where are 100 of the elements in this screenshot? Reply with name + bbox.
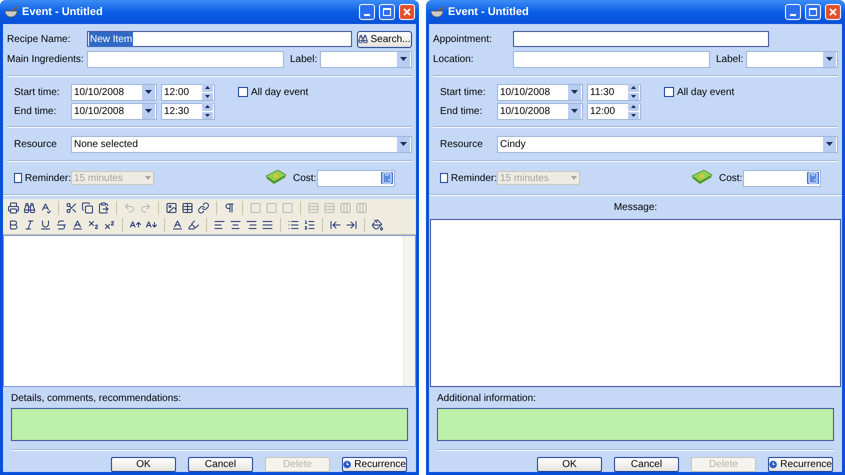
field-label: Label: xyxy=(716,52,742,66)
table-icon[interactable] xyxy=(181,202,194,214)
numbered-list-icon[interactable] xyxy=(303,219,316,231)
cost-field[interactable] xyxy=(317,170,395,186)
close-button[interactable] xyxy=(825,4,841,20)
outdent-icon[interactable] xyxy=(329,219,342,231)
time-field[interactable]: 11:30 xyxy=(587,84,641,100)
highlighter-icon[interactable] xyxy=(187,219,200,231)
font-color-icon[interactable] xyxy=(171,219,184,231)
time-field[interactable]: 12:00 xyxy=(161,84,215,100)
time-field[interactable]: 12:30 xyxy=(161,102,215,120)
checkbox-label: Reminder: xyxy=(24,172,71,186)
italic-icon[interactable] xyxy=(23,219,36,231)
align-left-icon[interactable] xyxy=(213,219,226,231)
link-icon[interactable] xyxy=(197,202,210,214)
indent-icon[interactable] xyxy=(345,219,358,231)
bowl-icon xyxy=(430,6,444,18)
text-field[interactable] xyxy=(513,50,710,68)
text-field[interactable] xyxy=(87,50,284,68)
calculator-icon[interactable] xyxy=(807,172,819,184)
resource-dropdown[interactable]: None selected xyxy=(71,136,412,152)
align-center-icon[interactable] xyxy=(229,219,242,231)
calculator-icon[interactable] xyxy=(381,172,393,184)
field-label: Cost: xyxy=(719,172,743,186)
time-label: End time: xyxy=(14,104,58,118)
field-label: Resource xyxy=(14,138,58,152)
date-field[interactable]: 10/10/2008 xyxy=(497,102,583,120)
time-label: Start time: xyxy=(14,86,61,100)
minimize-button[interactable] xyxy=(785,4,801,20)
dialog-button[interactable]: Cancel xyxy=(614,457,679,472)
message-label: Message: xyxy=(614,201,658,215)
clock-icon xyxy=(769,459,778,470)
strikethrough-icon[interactable] xyxy=(55,219,68,231)
close-icon xyxy=(829,8,837,16)
notes-label: Additional information: xyxy=(437,392,537,406)
field-value: New Item xyxy=(89,32,134,46)
binoculars-icon[interactable] xyxy=(23,202,36,214)
search-button[interactable]: Search... xyxy=(357,30,412,48)
recurrence-button[interactable]: Recurrence xyxy=(768,457,833,472)
pilcrow-icon[interactable] xyxy=(223,202,236,214)
scissors-icon[interactable] xyxy=(65,202,78,214)
field-label: Main Ingredients: xyxy=(7,52,83,66)
date-field[interactable]: 10/10/2008 xyxy=(497,84,583,100)
align-right-icon[interactable] xyxy=(245,219,258,231)
cost-field[interactable] xyxy=(743,170,821,186)
text-field[interactable]: New Item xyxy=(87,31,352,47)
underline-icon[interactable] xyxy=(39,219,52,231)
spin-arrows-icon[interactable] xyxy=(202,103,213,119)
subscript-icon[interactable] xyxy=(87,219,100,231)
paint-bucket-icon[interactable] xyxy=(371,219,384,231)
field-label: Location: xyxy=(433,52,475,66)
bowl-icon xyxy=(4,6,18,18)
binoculars-icon xyxy=(358,34,368,44)
field-label: Resource xyxy=(440,138,484,152)
copy-icon[interactable] xyxy=(81,202,94,214)
date-field[interactable]: 10/10/2008 xyxy=(71,84,157,100)
time-field[interactable]: 12:00 xyxy=(587,102,641,120)
spin-arrows-icon[interactable] xyxy=(628,84,639,100)
money-icon xyxy=(265,170,287,186)
close-button[interactable] xyxy=(399,4,415,20)
date-field[interactable]: 10/10/2008 xyxy=(71,102,157,120)
superscript-icon[interactable] xyxy=(103,219,116,231)
scrollbar[interactable] xyxy=(403,236,415,386)
time-label: End time: xyxy=(440,104,484,118)
maximize-button[interactable] xyxy=(379,4,395,20)
dialog-button[interactable]: OK xyxy=(111,457,176,472)
window-title: Event - Untitled xyxy=(448,4,530,20)
minimize-button[interactable] xyxy=(359,4,375,20)
checkbox-label: Reminder: xyxy=(450,172,497,186)
notes-field[interactable] xyxy=(11,408,408,441)
notes-label: Details, comments, recommendations: xyxy=(11,392,182,406)
text-field[interactable] xyxy=(513,31,769,47)
dialog-button[interactable]: Cancel xyxy=(188,457,253,472)
clipboard-icon[interactable] xyxy=(97,202,110,214)
dropdown-arrow-icon xyxy=(571,176,577,180)
money-icon xyxy=(691,170,713,186)
window-title: Event - Untitled xyxy=(22,4,104,20)
recurrence-button[interactable]: Recurrence xyxy=(342,457,407,472)
checkbox[interactable] xyxy=(664,87,674,97)
spell-check-icon[interactable] xyxy=(39,202,52,214)
spin-arrows-icon[interactable] xyxy=(202,84,213,100)
spin-arrows-icon[interactable] xyxy=(628,103,639,119)
field-label: Recipe Name: xyxy=(7,32,72,46)
print-icon[interactable] xyxy=(7,202,20,214)
checkbox[interactable] xyxy=(238,87,248,97)
checkbox-label: All day event xyxy=(677,86,734,100)
field-label: Cost: xyxy=(293,172,317,186)
field-label: Label: xyxy=(290,52,316,66)
dialog-button[interactable]: OK xyxy=(537,457,602,472)
dropdown-arrow-icon xyxy=(145,176,151,180)
align-justify-icon[interactable] xyxy=(261,219,274,231)
time-label: Start time: xyxy=(440,86,487,100)
maximize-button[interactable] xyxy=(805,4,821,20)
field-label: Appointment: xyxy=(433,32,493,46)
clock-icon xyxy=(343,459,352,470)
bold-icon[interactable] xyxy=(7,219,20,231)
notes-field[interactable] xyxy=(437,408,834,441)
resource-dropdown[interactable]: Cindy xyxy=(497,136,838,152)
checkbox-label: All day event xyxy=(251,86,308,100)
image-icon[interactable] xyxy=(165,202,178,214)
